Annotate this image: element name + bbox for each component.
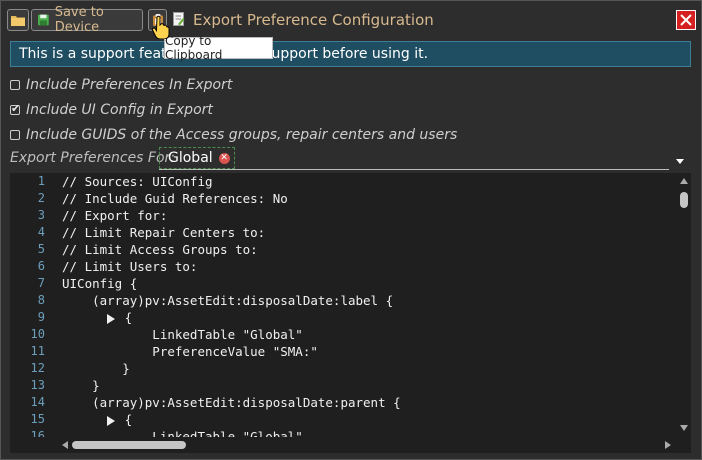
line-number: 4	[37, 225, 45, 239]
scroll-down-arrow-icon[interactable]	[680, 425, 688, 431]
code-line: UIConfig {	[62, 276, 138, 291]
fold-toggle-icon[interactable]	[107, 415, 116, 426]
include-preferences-checkbox[interactable]: Include Preferences In Export	[10, 77, 232, 93]
fold-toggle-icon[interactable]	[107, 313, 116, 324]
vertical-scrollbar[interactable]	[677, 173, 691, 437]
scroll-right-arrow-icon[interactable]	[665, 441, 671, 449]
folder-icon	[11, 16, 25, 26]
toolbar: Save to Device Export Preference Configu…	[1, 1, 701, 39]
code-line: // Include Guid References: No	[62, 191, 288, 206]
line-number: 13	[30, 378, 45, 392]
open-folder-button[interactable]	[7, 9, 29, 31]
code-line: }	[62, 361, 130, 376]
line-number: 8	[37, 293, 45, 307]
line-number: 1	[37, 174, 45, 188]
line-number: 12	[30, 361, 45, 375]
code-line: PreferenceValue "SMA:"	[62, 344, 318, 359]
horizontal-scroll-thumb[interactable]	[72, 441, 186, 449]
include-guids-label: Include GUIDS of the Access groups, repa…	[26, 127, 458, 143]
vertical-scroll-thumb[interactable]	[680, 192, 688, 208]
export-for-select-underline	[159, 169, 669, 170]
export-for-label: Export Preferences For:	[10, 150, 176, 166]
line-number: 14	[30, 395, 45, 409]
line-number: 9	[37, 310, 45, 324]
scroll-up-arrow-icon[interactable]	[680, 178, 688, 184]
line-number-gutter: 1 2 3 4 5 6 7 8 9 10 11 12 13 14 15 16	[10, 173, 50, 443]
banner-text: This is a support featu	[19, 46, 176, 62]
chevron-down-icon[interactable]	[676, 159, 684, 164]
line-number: 6	[37, 259, 45, 273]
dialog-title: Export Preference Configuration	[193, 11, 434, 29]
include-preferences-label: Include Preferences In Export	[26, 77, 233, 93]
code-line: {	[62, 310, 132, 325]
line-number: 11	[30, 344, 45, 358]
copy-to-clipboard-tooltip: Copy to Clipboard	[164, 34, 273, 62]
line-number: 15	[30, 412, 45, 426]
document-edit-icon	[173, 12, 185, 26]
line-number: 10	[30, 327, 45, 341]
line-number: 2	[37, 191, 45, 205]
close-button[interactable]	[676, 10, 696, 30]
scroll-left-arrow-icon[interactable]	[62, 441, 68, 449]
code-line: // Limit Users to:	[62, 259, 198, 274]
chip-label: Global	[168, 150, 213, 166]
save-to-device-label: Save to Device	[54, 5, 104, 35]
floppy-disk-icon	[38, 14, 49, 26]
close-icon	[680, 14, 692, 26]
code-line: (array)pv:AssetEdit:disposalDate:parent …	[62, 395, 401, 410]
code-content[interactable]: // Sources: UIConfig // Include Guid Refe…	[62, 173, 674, 444]
include-ui-config-checkbox[interactable]: ✔ Include UI Config in Export	[10, 102, 213, 118]
checkbox-box[interactable]	[10, 130, 20, 140]
export-for-selected-chip[interactable]: Global ✕	[159, 147, 235, 169]
code-line: // Sources: UIConfig	[62, 174, 213, 189]
hand-pointer-cursor-icon	[151, 15, 170, 39]
line-number: 3	[37, 208, 45, 222]
checkmark-icon: ✔	[11, 102, 21, 115]
checkbox-box[interactable]	[10, 80, 20, 90]
support-warning-banner: This is a support featu th support befor…	[10, 41, 691, 67]
code-editor[interactable]: 1 2 3 4 5 6 7 8 9 10 11 12 13 14 15 16 // Sources: UICo…	[10, 173, 691, 453]
code-line: // Limit Repair Centers to:	[62, 225, 266, 240]
include-guids-checkbox[interactable]: Include GUIDS of the Access groups, repa…	[10, 127, 457, 143]
horizontal-scrollbar[interactable]	[10, 437, 677, 453]
checkbox-box[interactable]: ✔	[10, 102, 21, 115]
include-ui-config-label: Include UI Config in Export	[26, 102, 213, 118]
code-line: }	[62, 378, 100, 393]
export-preference-dialog: Save to Device Export Preference Configu…	[0, 0, 702, 460]
code-line: (array)pv:AssetEdit:disposalDate:label {	[62, 293, 394, 308]
line-number: 5	[37, 242, 45, 256]
remove-chip-icon[interactable]: ✕	[218, 152, 230, 164]
code-line: {	[62, 412, 132, 427]
code-line: // Limit Access Groups to:	[62, 242, 258, 257]
code-line: LinkedTable "Global"	[62, 327, 303, 342]
save-to-device-button[interactable]: Save to Device	[31, 5, 143, 35]
line-number: 7	[37, 276, 45, 290]
code-line: // Export for:	[62, 208, 168, 223]
